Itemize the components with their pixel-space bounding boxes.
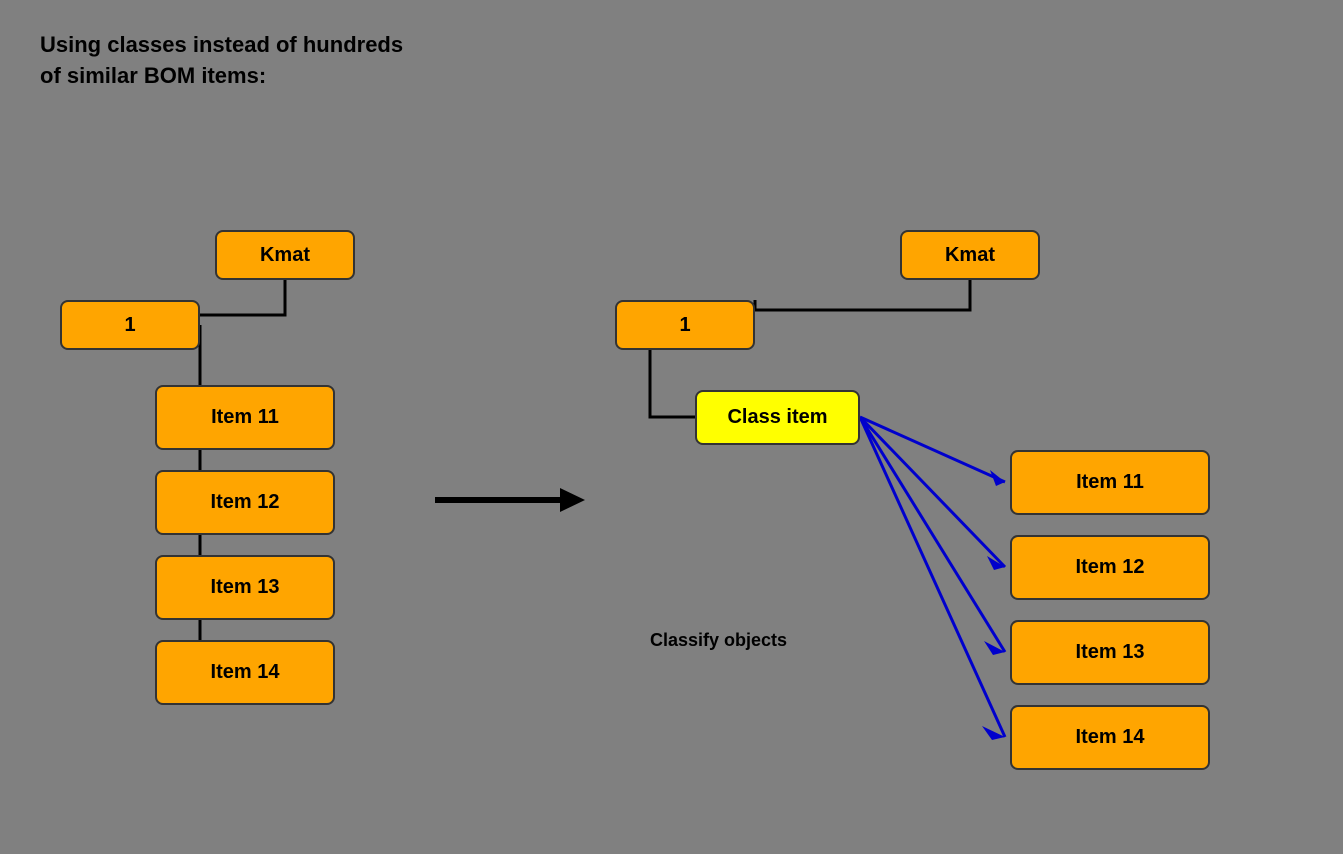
right-kmat-box: Kmat xyxy=(900,230,1040,280)
blue-arrow-3-head xyxy=(984,641,1005,655)
blue-arrow-1-line xyxy=(860,417,1005,482)
class-item-box: Class item xyxy=(695,390,860,445)
right-node1-box: 1 xyxy=(615,300,755,350)
left-item12-box: Item 12 xyxy=(155,470,335,535)
left-kmat-box: Kmat xyxy=(215,230,355,280)
classify-label: Classify objects xyxy=(650,630,787,651)
right-item14-box: Item 14 xyxy=(1010,705,1210,770)
blue-arrow-1-head xyxy=(990,470,1005,486)
blue-arrow-2-line xyxy=(860,417,1005,567)
blue-arrow-4-line xyxy=(860,417,1005,737)
page-title: Using classes instead of hundreds of sim… xyxy=(40,30,403,92)
left-item13-box: Item 13 xyxy=(155,555,335,620)
blue-arrow-4-head xyxy=(982,726,1005,740)
blue-arrow-3-line xyxy=(860,417,1005,652)
left-item11-box: Item 11 xyxy=(155,385,335,450)
main-arrow-head xyxy=(560,488,585,512)
right-item11-box: Item 11 xyxy=(1010,450,1210,515)
blue-arrow-2-head xyxy=(987,556,1005,570)
right-item13-box: Item 13 xyxy=(1010,620,1210,685)
right-item12-box: Item 12 xyxy=(1010,535,1210,600)
left-item14-box: Item 14 xyxy=(155,640,335,705)
right-kmat-to-node1 xyxy=(755,280,970,310)
right-node1-to-classitem xyxy=(650,350,695,417)
left-node1-box: 1 xyxy=(60,300,200,350)
